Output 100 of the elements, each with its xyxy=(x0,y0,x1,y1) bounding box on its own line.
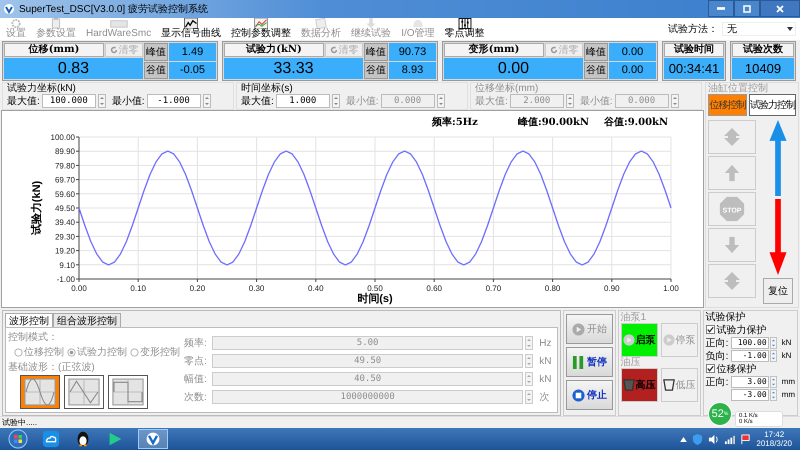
flag-icon[interactable] xyxy=(740,434,752,444)
clear-button[interactable]: 清零 xyxy=(105,43,143,57)
y-tick-label: 79.80 xyxy=(54,161,75,170)
input-field[interactable]: -1.000 xyxy=(146,94,201,108)
checkbox-option[interactable]: 试验力保护 xyxy=(706,323,795,336)
cloud-icon[interactable] xyxy=(42,430,60,448)
pump-button[interactable]: 启泵 xyxy=(620,323,658,357)
peak-label: 峰值 xyxy=(144,43,168,60)
spinner-icon[interactable] xyxy=(770,336,777,348)
run-button[interactable]: 暂停 xyxy=(566,347,613,377)
counter-value: 10409 xyxy=(732,58,794,79)
toolbar-button[interactable]: 显示信号曲线 xyxy=(159,18,224,40)
window-title: SuperTest_DSC[V3.0.0] 疲劳试验控制系统 xyxy=(19,2,208,16)
run-button[interactable]: 停止 xyxy=(566,380,613,410)
up-arrow-icon xyxy=(768,120,788,196)
unit-label: kN xyxy=(539,356,553,366)
unit-label: 次 xyxy=(539,391,550,404)
input-field[interactable]: 100.000 xyxy=(42,94,96,108)
group-title: 油缸位置控制 xyxy=(708,83,769,94)
readout-value: 0.83 xyxy=(4,58,143,79)
gear-icon xyxy=(10,18,22,29)
base-wave-label: 基础波形：(正弦波) xyxy=(8,360,96,374)
peak-value: 90.73 xyxy=(389,43,436,60)
param-label: 零点: xyxy=(184,354,208,368)
pump-button[interactable]: 停泵 xyxy=(660,323,698,357)
x-axis-label: 时间(s) xyxy=(357,293,393,305)
spinner-icon[interactable] xyxy=(566,94,574,108)
y-tick-label: 49.50 xyxy=(54,204,75,213)
input-field[interactable]: -1.00 xyxy=(730,350,769,362)
x-tick-label: 0.50 xyxy=(367,284,383,293)
field-label: 最大值: xyxy=(475,94,508,108)
axis-group-title: 试验力坐标(kN) xyxy=(7,83,77,94)
clear-button[interactable]: 清零 xyxy=(545,43,583,57)
toolbar-button[interactable]: 控制参数调整 xyxy=(229,18,294,40)
field-label: 负向: xyxy=(706,350,730,362)
y-tick-label: 39.40 xyxy=(54,218,75,228)
spinner-icon[interactable] xyxy=(202,94,211,108)
counter-title: 试验时间 xyxy=(664,43,724,57)
down-arrow-icon xyxy=(768,199,788,275)
pressure-button[interactable]: 低压 xyxy=(660,368,698,402)
spinner-icon[interactable] xyxy=(332,94,340,108)
test-method-label: 试验方法： xyxy=(668,22,718,36)
play-icon xyxy=(622,334,635,346)
y-tick-label: 9.10 xyxy=(59,260,75,270)
toolbar-button[interactable]: 零点调整 xyxy=(442,18,487,40)
checkbox-option[interactable]: 位移保护 xyxy=(706,362,795,375)
unit-label: mm xyxy=(782,390,795,399)
close-button[interactable] xyxy=(760,0,800,17)
reset-button[interactable]: 复位 xyxy=(763,278,793,304)
valley-value: -0.05 xyxy=(169,62,216,79)
field-label: 最大值: xyxy=(7,94,40,108)
spinner-icon[interactable] xyxy=(770,376,777,388)
input-field[interactable]: 3.00 xyxy=(730,376,769,388)
valley-label: 谷值 xyxy=(144,62,168,79)
clock[interactable]: 17:42 2018/3/20 xyxy=(756,430,792,448)
taskbar-app-button[interactable] xyxy=(138,429,168,449)
start-orb-icon[interactable] xyxy=(8,429,28,449)
up-arrow-icon xyxy=(723,164,741,182)
counter-title: 试验次数 xyxy=(732,43,794,57)
valley-label: 谷值 xyxy=(584,62,608,79)
x-tick-label: 0.40 xyxy=(308,284,324,293)
line-chart-icon xyxy=(184,18,198,29)
minimize-button[interactable] xyxy=(708,0,734,17)
mode-button[interactable]: 试验力控制 xyxy=(749,94,796,116)
clear-button[interactable]: 清零 xyxy=(325,43,363,57)
field-label: 最小值: xyxy=(112,94,145,108)
app-logo-icon xyxy=(145,431,161,447)
stop-icon xyxy=(572,388,585,402)
field-label: 最小值: xyxy=(346,94,379,108)
group-title: 油压 xyxy=(620,357,642,368)
spinner-icon[interactable] xyxy=(98,94,106,108)
input-field[interactable]: 100.00 xyxy=(730,336,769,348)
spinner-icon[interactable] xyxy=(770,350,777,362)
speaker-icon[interactable] xyxy=(708,434,720,444)
test-method-dropdown[interactable]: 无 xyxy=(722,22,796,36)
mode-button[interactable]: 位移控制 xyxy=(708,94,747,116)
y-tick-label: 29.30 xyxy=(54,232,75,242)
y-tick-label: 100.00 xyxy=(50,133,75,142)
spinner-icon[interactable] xyxy=(770,388,777,400)
play-icon xyxy=(572,322,585,336)
shield-icon[interactable] xyxy=(692,434,704,444)
input-field[interactable]: -3.00 xyxy=(730,388,769,400)
spinner-icon[interactable] xyxy=(670,94,679,108)
input-field[interactable]: 1.000 xyxy=(276,94,330,108)
down-arrow-icon xyxy=(365,18,378,29)
control-mode-label: 控制模式： xyxy=(8,330,59,344)
signal-bars-icon[interactable] xyxy=(724,434,736,444)
refresh-icon xyxy=(550,46,558,54)
param-label: 幅值: xyxy=(184,373,208,386)
caret-icon[interactable] xyxy=(680,436,688,442)
y-tick-label: -1.00 xyxy=(56,275,75,284)
field-label: 最大值: xyxy=(241,94,274,108)
spinner-icon[interactable] xyxy=(436,94,445,108)
peak-label: 峰值 xyxy=(584,43,608,60)
maximize-button[interactable] xyxy=(734,0,760,17)
axis-group-title: 位移坐标(mm) xyxy=(475,83,540,94)
x-tick-label: 0.00 xyxy=(71,284,87,293)
pressure-button[interactable]: 高压 xyxy=(620,368,658,402)
param-label: 频率: xyxy=(184,336,208,350)
play-icon xyxy=(662,334,675,346)
